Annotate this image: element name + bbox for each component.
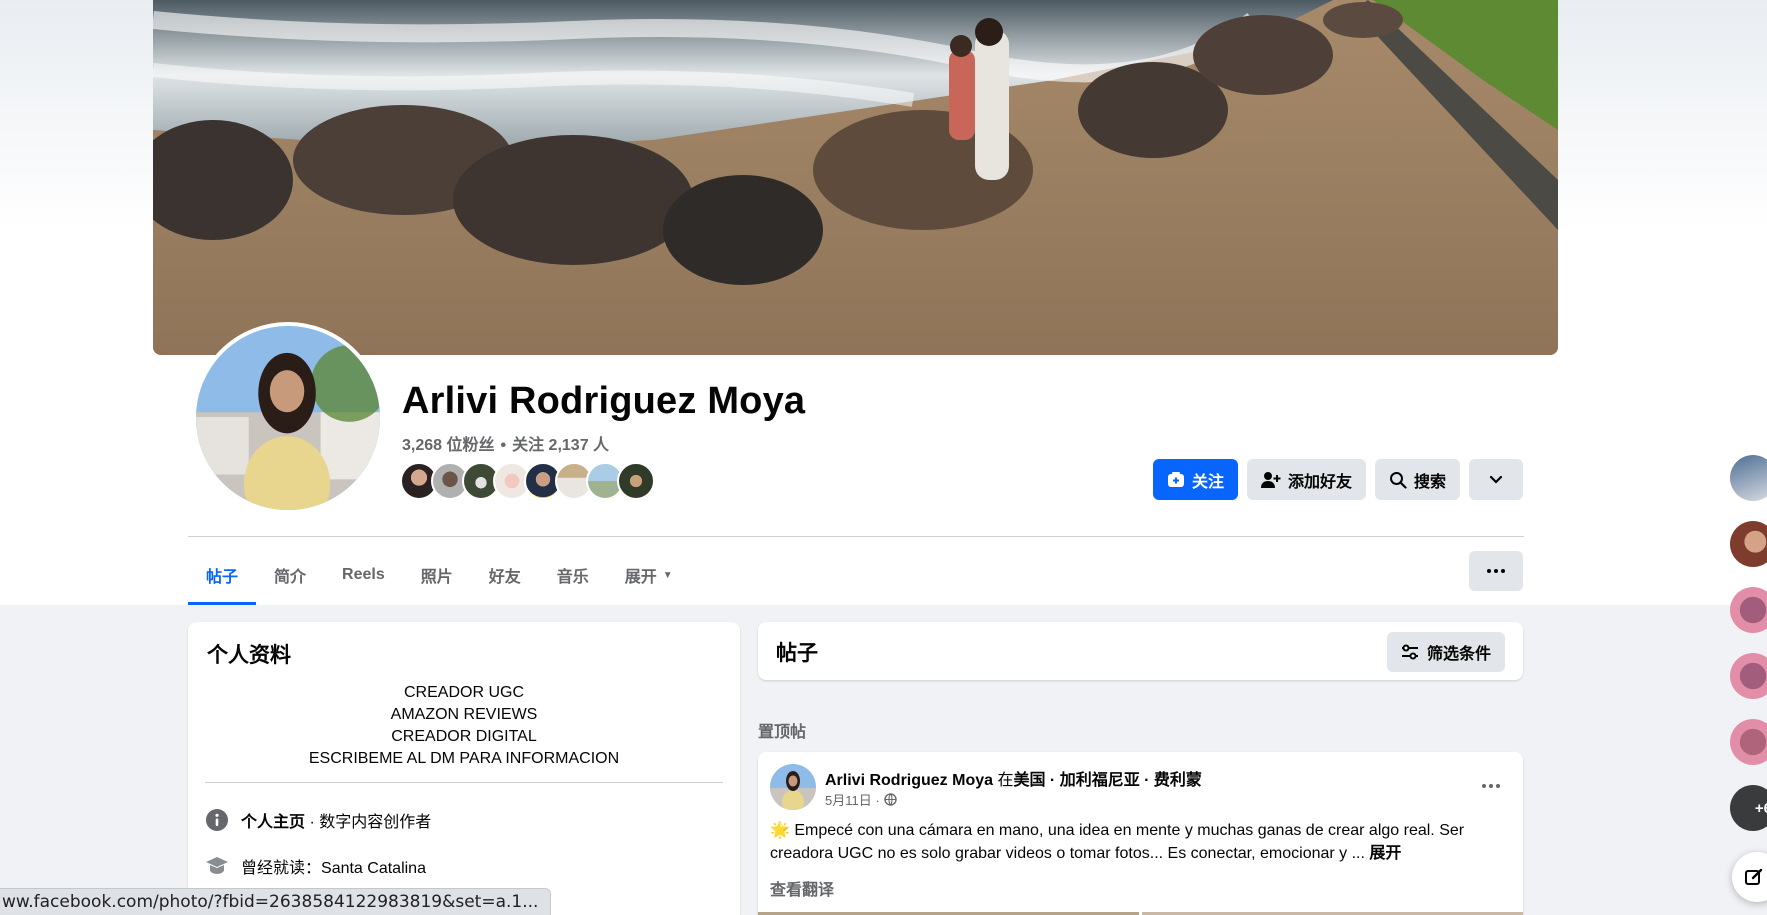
filter-label: 筛选条件 [1426,646,1491,663]
filter-button[interactable]: 筛选条件 [1386,632,1505,672]
search-button[interactable]: 搜索 [1374,459,1460,500]
bio-line: CREADOR UGC [403,684,524,701]
intro-bio: CREADOR UGC AMAZON REVIEWS CREADOR DIGIT… [188,682,740,770]
tab-label: 音乐 [556,569,589,586]
stats-separator: • [500,437,507,454]
intro-title: 个人资料 [207,644,291,667]
tab-about[interactable]: 简介 [256,545,324,605]
tab-label: 展开 [624,569,657,586]
tabs-more-options-button[interactable] [1469,551,1523,591]
tab-label: 好友 [488,569,521,586]
bio-line: ESCRIBEME AL DM PARA INFORMACION [308,750,620,767]
post-author-name[interactable]: Arlivi Rodriguez Moya [825,772,993,789]
intro-education-row: 曾经就读：Santa Catalina [205,854,426,878]
intro-page-row: 个人主页 · 数字内容创作者 [205,808,431,832]
post-author-line: Arlivi Rodriguez Moya 在美国 · 加利福尼亚 · 费利蒙 [825,766,1202,790]
follow-icon [1167,471,1184,487]
profile-tabs: 帖子 简介 Reels 照片 好友 音乐 展开 ▼ [188,545,691,605]
followers-count[interactable]: 3,268 位粉丝 [402,437,495,454]
add-friend-label: 添加好友 [1287,473,1352,491]
friend-avatar[interactable] [617,462,655,500]
profile-actions: 关注 添加好友 搜索 [1152,459,1523,500]
follow-button[interactable]: 关注 [1152,459,1238,500]
post-text-line2: creadora UGC no es solo grabar videos o … [770,842,1510,865]
search-icon [1389,471,1407,489]
follow-label: 关注 [1191,473,1224,491]
cover-photo-image [153,0,1558,355]
page-sep: · [305,814,320,831]
tab-more[interactable]: 展开 ▼ [607,545,691,605]
pinned-label: 置顶帖 [758,724,807,741]
post-text: 🌟 Empecé con una cámara en mano, una ide… [770,819,1510,865]
studied-value[interactable]: Santa Catalina [321,860,426,877]
more-dots-icon [1487,569,1505,573]
post-options-button[interactable] [1473,768,1509,804]
tab-photos[interactable]: 照片 [403,545,471,605]
post-location[interactable]: 美国 · 加利福尼亚 · 费利蒙 [1013,772,1201,789]
more-dots-icon [1482,784,1500,788]
mutual-friends-avatars [400,462,655,502]
post-date[interactable]: 5月11日 · [825,790,880,809]
profile-stats: 3,268 位粉丝 • 关注 2,137 人 [402,431,609,455]
post-card: Arlivi Rodriguez Moya 在美国 · 加利福尼亚 · 费利蒙 … [758,752,1523,915]
tab-label: 帖子 [206,569,239,586]
header-divider [188,536,1524,537]
intro-education-text: 曾经就读：Santa Catalina [241,854,426,878]
tab-reels[interactable]: Reels [324,545,403,605]
tab-label: 照片 [420,569,453,586]
tab-posts[interactable]: 帖子 [188,545,257,605]
post-text-line: creadora UGC no es solo grabar videos o … [770,845,1370,862]
tab-friends[interactable]: 好友 [471,545,539,605]
post-text-line: 🌟 Empecé con una cámara en mano, una ide… [770,822,1465,839]
tab-music[interactable]: 音乐 [539,545,607,605]
cover-photo[interactable] [153,0,1558,355]
filter-sliders-icon [1401,644,1418,660]
studied-label: 曾经就读： [241,860,322,877]
bio-line: CREADOR DIGITAL [391,728,537,745]
posts-title: 帖子 [776,642,818,665]
location-prefix: 在 [993,772,1014,789]
search-label: 搜索 [1413,473,1446,491]
page-label: 个人主页 [241,814,306,831]
tab-label: Reels [342,566,385,583]
see-translation-link[interactable]: 查看翻译 [770,876,834,900]
browser-status-url: ww.facebook.com/photo/?fbid=263858412298… [0,888,552,915]
graduation-cap-icon [205,854,229,878]
caret-down-icon: ▼ [662,569,673,581]
tab-label: 简介 [274,569,307,586]
bio-line: AMAZON REVIEWS [390,706,538,723]
post-meta: 5月11日 · [825,790,897,809]
page-category: 数字内容创作者 [319,814,432,831]
profile-avatar[interactable] [192,322,384,514]
globe-icon [883,793,897,806]
profile-name: Arlivi Rodriguez Moya [402,380,806,422]
add-friend-icon [1260,471,1281,488]
intro-divider [205,782,723,783]
intro-page-text: 个人主页 · 数字内容创作者 [241,808,431,832]
add-friend-button[interactable]: 添加好友 [1246,459,1366,500]
post-expand-link[interactable]: 展开 [1369,845,1401,862]
profile-more-dropdown-button[interactable] [1469,459,1523,500]
post-author-avatar[interactable] [770,764,816,810]
profile-avatar-image [196,326,380,510]
following-count[interactable]: 关注 2,137 人 [512,437,609,454]
info-icon [205,808,229,832]
posts-header-card: 帖子 筛选条件 [758,622,1523,680]
rail-more-count: +6 [1754,799,1767,817]
intro-card: 个人资料 CREADOR UGC AMAZON REVIEWS CREADOR … [188,622,740,915]
compose-icon [1745,868,1763,885]
chevron-down-icon [1489,475,1503,484]
